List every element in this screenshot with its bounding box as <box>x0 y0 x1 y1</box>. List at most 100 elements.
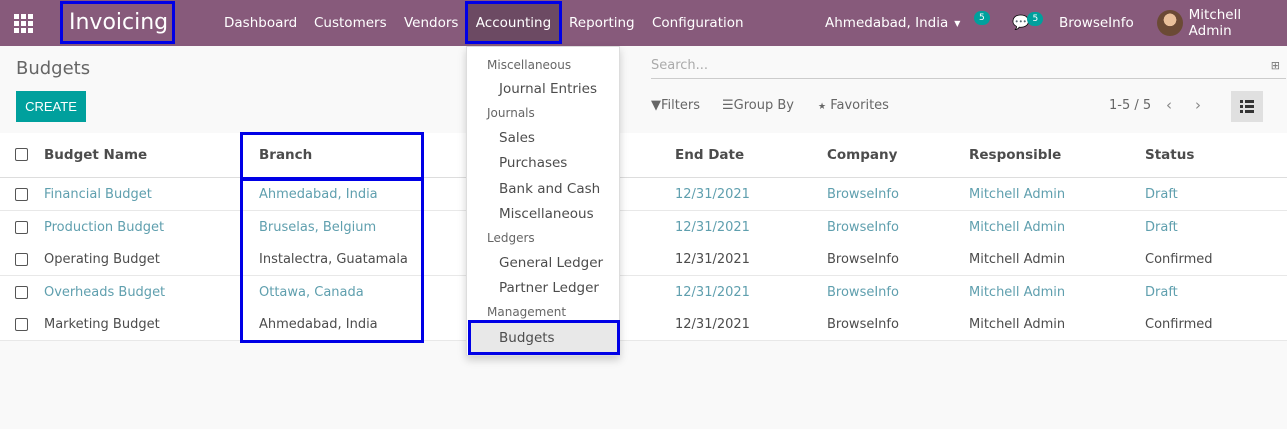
menu-vendors[interactable]: Vendors <box>404 0 458 46</box>
responsible: Mitchell Admin <box>969 219 1066 235</box>
budget-name: Financial Budget <box>44 186 152 202</box>
chevron-left-icon[interactable]: ‹ <box>1166 96 1172 114</box>
apps-menu-icon[interactable] <box>14 0 36 46</box>
menu-reporting[interactable]: Reporting <box>569 0 635 46</box>
menu-item-miscellaneous[interactable]: Miscellaneous <box>499 206 594 222</box>
dropdown-header-miscellaneous: Miscellaneous <box>487 58 572 72</box>
branch: Bruselas, Belgium <box>259 219 377 235</box>
row-checkbox[interactable] <box>15 318 28 331</box>
list-icon <box>1240 100 1254 113</box>
menu-item-bank-and-cash[interactable]: Bank and Cash <box>499 181 600 197</box>
row-checkbox[interactable] <box>15 253 28 266</box>
responsible: Mitchell Admin <box>969 316 1066 332</box>
top-navbar: Invoicing Dashboard Customers Vendors Ac… <box>0 0 1287 46</box>
row-checkbox[interactable] <box>15 286 28 299</box>
company: BrowseInfo <box>827 219 899 235</box>
company-switcher[interactable]: BrowseInfo <box>1059 0 1134 46</box>
branch-switcher[interactable]: Ahmedabad, India ▼ <box>825 0 960 46</box>
dropdown-header-ledgers: Ledgers <box>487 231 535 245</box>
pager-value[interactable]: 1-5 / 5 <box>1109 98 1151 113</box>
activity-badge: 5 <box>974 11 990 25</box>
menu-dashboard[interactable]: Dashboard <box>224 0 297 46</box>
list-view-button[interactable] <box>1231 91 1263 122</box>
create-button[interactable]: CREATE <box>16 91 86 122</box>
groupby-button[interactable]: ☰Group By <box>722 98 794 113</box>
caret-down-icon: ▼ <box>954 18 961 28</box>
groupby-label: Group By <box>733 98 794 113</box>
row-checkbox[interactable] <box>15 188 28 201</box>
user-menu[interactable]: Mitchell Admin <box>1157 0 1287 46</box>
column-status[interactable]: Status <box>1145 133 1194 177</box>
menu-configuration[interactable]: Configuration <box>652 0 744 46</box>
column-end-date[interactable]: End Date <box>675 133 744 177</box>
menu-item-general-ledger[interactable]: General Ledger <box>499 255 603 271</box>
end-date: 12/31/2021 <box>675 251 750 267</box>
table-row[interactable]: Production Budget Bruselas, Belgium 12/3… <box>0 211 1287 244</box>
filters-button[interactable]: ▼Filters <box>651 98 700 113</box>
page-title: Budgets <box>16 58 91 79</box>
app-name: Invoicing <box>69 10 169 35</box>
app-brand[interactable]: Invoicing <box>60 1 175 44</box>
user-name: Mitchell Admin <box>1188 7 1242 39</box>
menu-item-budgets[interactable]: Budgets <box>470 322 619 354</box>
menu-item-partner-ledger[interactable]: Partner Ledger <box>499 280 599 296</box>
avatar <box>1157 10 1183 36</box>
dropdown-header-journals: Journals <box>487 106 535 120</box>
status: Draft <box>1145 219 1178 235</box>
select-all-checkbox[interactable] <box>15 148 28 161</box>
end-date: 12/31/2021 <box>675 186 750 202</box>
column-responsible[interactable]: Responsible <box>969 133 1061 177</box>
row-checkbox[interactable] <box>15 221 28 234</box>
menu-item-sales[interactable]: Sales <box>499 130 535 146</box>
table-row[interactable]: Operating Budget Instalectra, Guatamala … <box>0 243 1287 276</box>
responsible: Mitchell Admin <box>969 186 1066 202</box>
search-input[interactable]: Search... <box>651 58 708 73</box>
company: BrowseInfo <box>827 284 899 300</box>
messages-button[interactable]: 💬 5 <box>1012 0 1044 46</box>
filters-label: Filters <box>661 98 700 113</box>
budget-name: Overheads Budget <box>44 284 166 300</box>
accounting-dropdown: Miscellaneous Journal Entries Journals S… <box>466 46 620 356</box>
end-date: 12/31/2021 <box>675 316 750 332</box>
budget-name: Operating Budget <box>44 251 160 267</box>
menu-item-purchases[interactable]: Purchases <box>499 155 567 171</box>
groupby-icon: ☰ <box>722 98 734 113</box>
column-branch[interactable]: Branch <box>259 133 312 177</box>
menu-accounting[interactable]: Accounting <box>465 1 562 44</box>
menu-customers[interactable]: Customers <box>314 0 387 46</box>
branch: Ahmedabad, India <box>259 186 378 202</box>
company: BrowseInfo <box>827 316 899 332</box>
favorites-label: Favorites <box>830 98 889 113</box>
table-header: Budget Name Branch End Date Company Resp… <box>0 133 1287 178</box>
column-company[interactable]: Company <box>827 133 897 177</box>
budget-name: Production Budget <box>44 219 165 235</box>
status: Confirmed <box>1145 316 1213 332</box>
column-budget-name[interactable]: Budget Name <box>44 133 147 177</box>
budget-name: Marketing Budget <box>44 316 160 332</box>
table-row[interactable]: Financial Budget Ahmedabad, India 12/31/… <box>0 178 1287 211</box>
search-bar[interactable]: Search... ⊞ <box>651 53 1286 79</box>
status: Confirmed <box>1145 251 1213 267</box>
branch: Instalectra, Guatamala <box>259 251 408 267</box>
branch: Ottawa, Canada <box>259 284 364 300</box>
responsible: Mitchell Admin <box>969 284 1066 300</box>
company: BrowseInfo <box>827 251 899 267</box>
favorites-button[interactable]: ★ Favorites <box>818 98 889 113</box>
chevron-right-icon[interactable]: › <box>1195 96 1201 114</box>
company: BrowseInfo <box>827 186 899 202</box>
table-row[interactable]: Marketing Budget Ahmedabad, India 12/31/… <box>0 308 1287 341</box>
branch: Ahmedabad, India <box>259 316 378 332</box>
dropdown-header-management: Management <box>487 305 567 319</box>
responsible: Mitchell Admin <box>969 251 1066 267</box>
menu-item-budgets-label: Budgets <box>499 330 555 346</box>
status: Draft <box>1145 186 1178 202</box>
table-row[interactable]: Overheads Budget Ottawa, Canada 12/31/20… <box>0 276 1287 309</box>
branch-label: Ahmedabad, India <box>825 15 949 31</box>
end-date: 12/31/2021 <box>675 284 750 300</box>
activity-button[interactable]: 5 <box>974 0 990 41</box>
search-options-icon[interactable]: ⊞ <box>1271 59 1280 72</box>
star-icon: ★ <box>818 102 827 112</box>
menu-item-journal-entries[interactable]: Journal Entries <box>499 81 597 97</box>
status: Draft <box>1145 284 1178 300</box>
filter-icon: ▼ <box>651 98 661 113</box>
